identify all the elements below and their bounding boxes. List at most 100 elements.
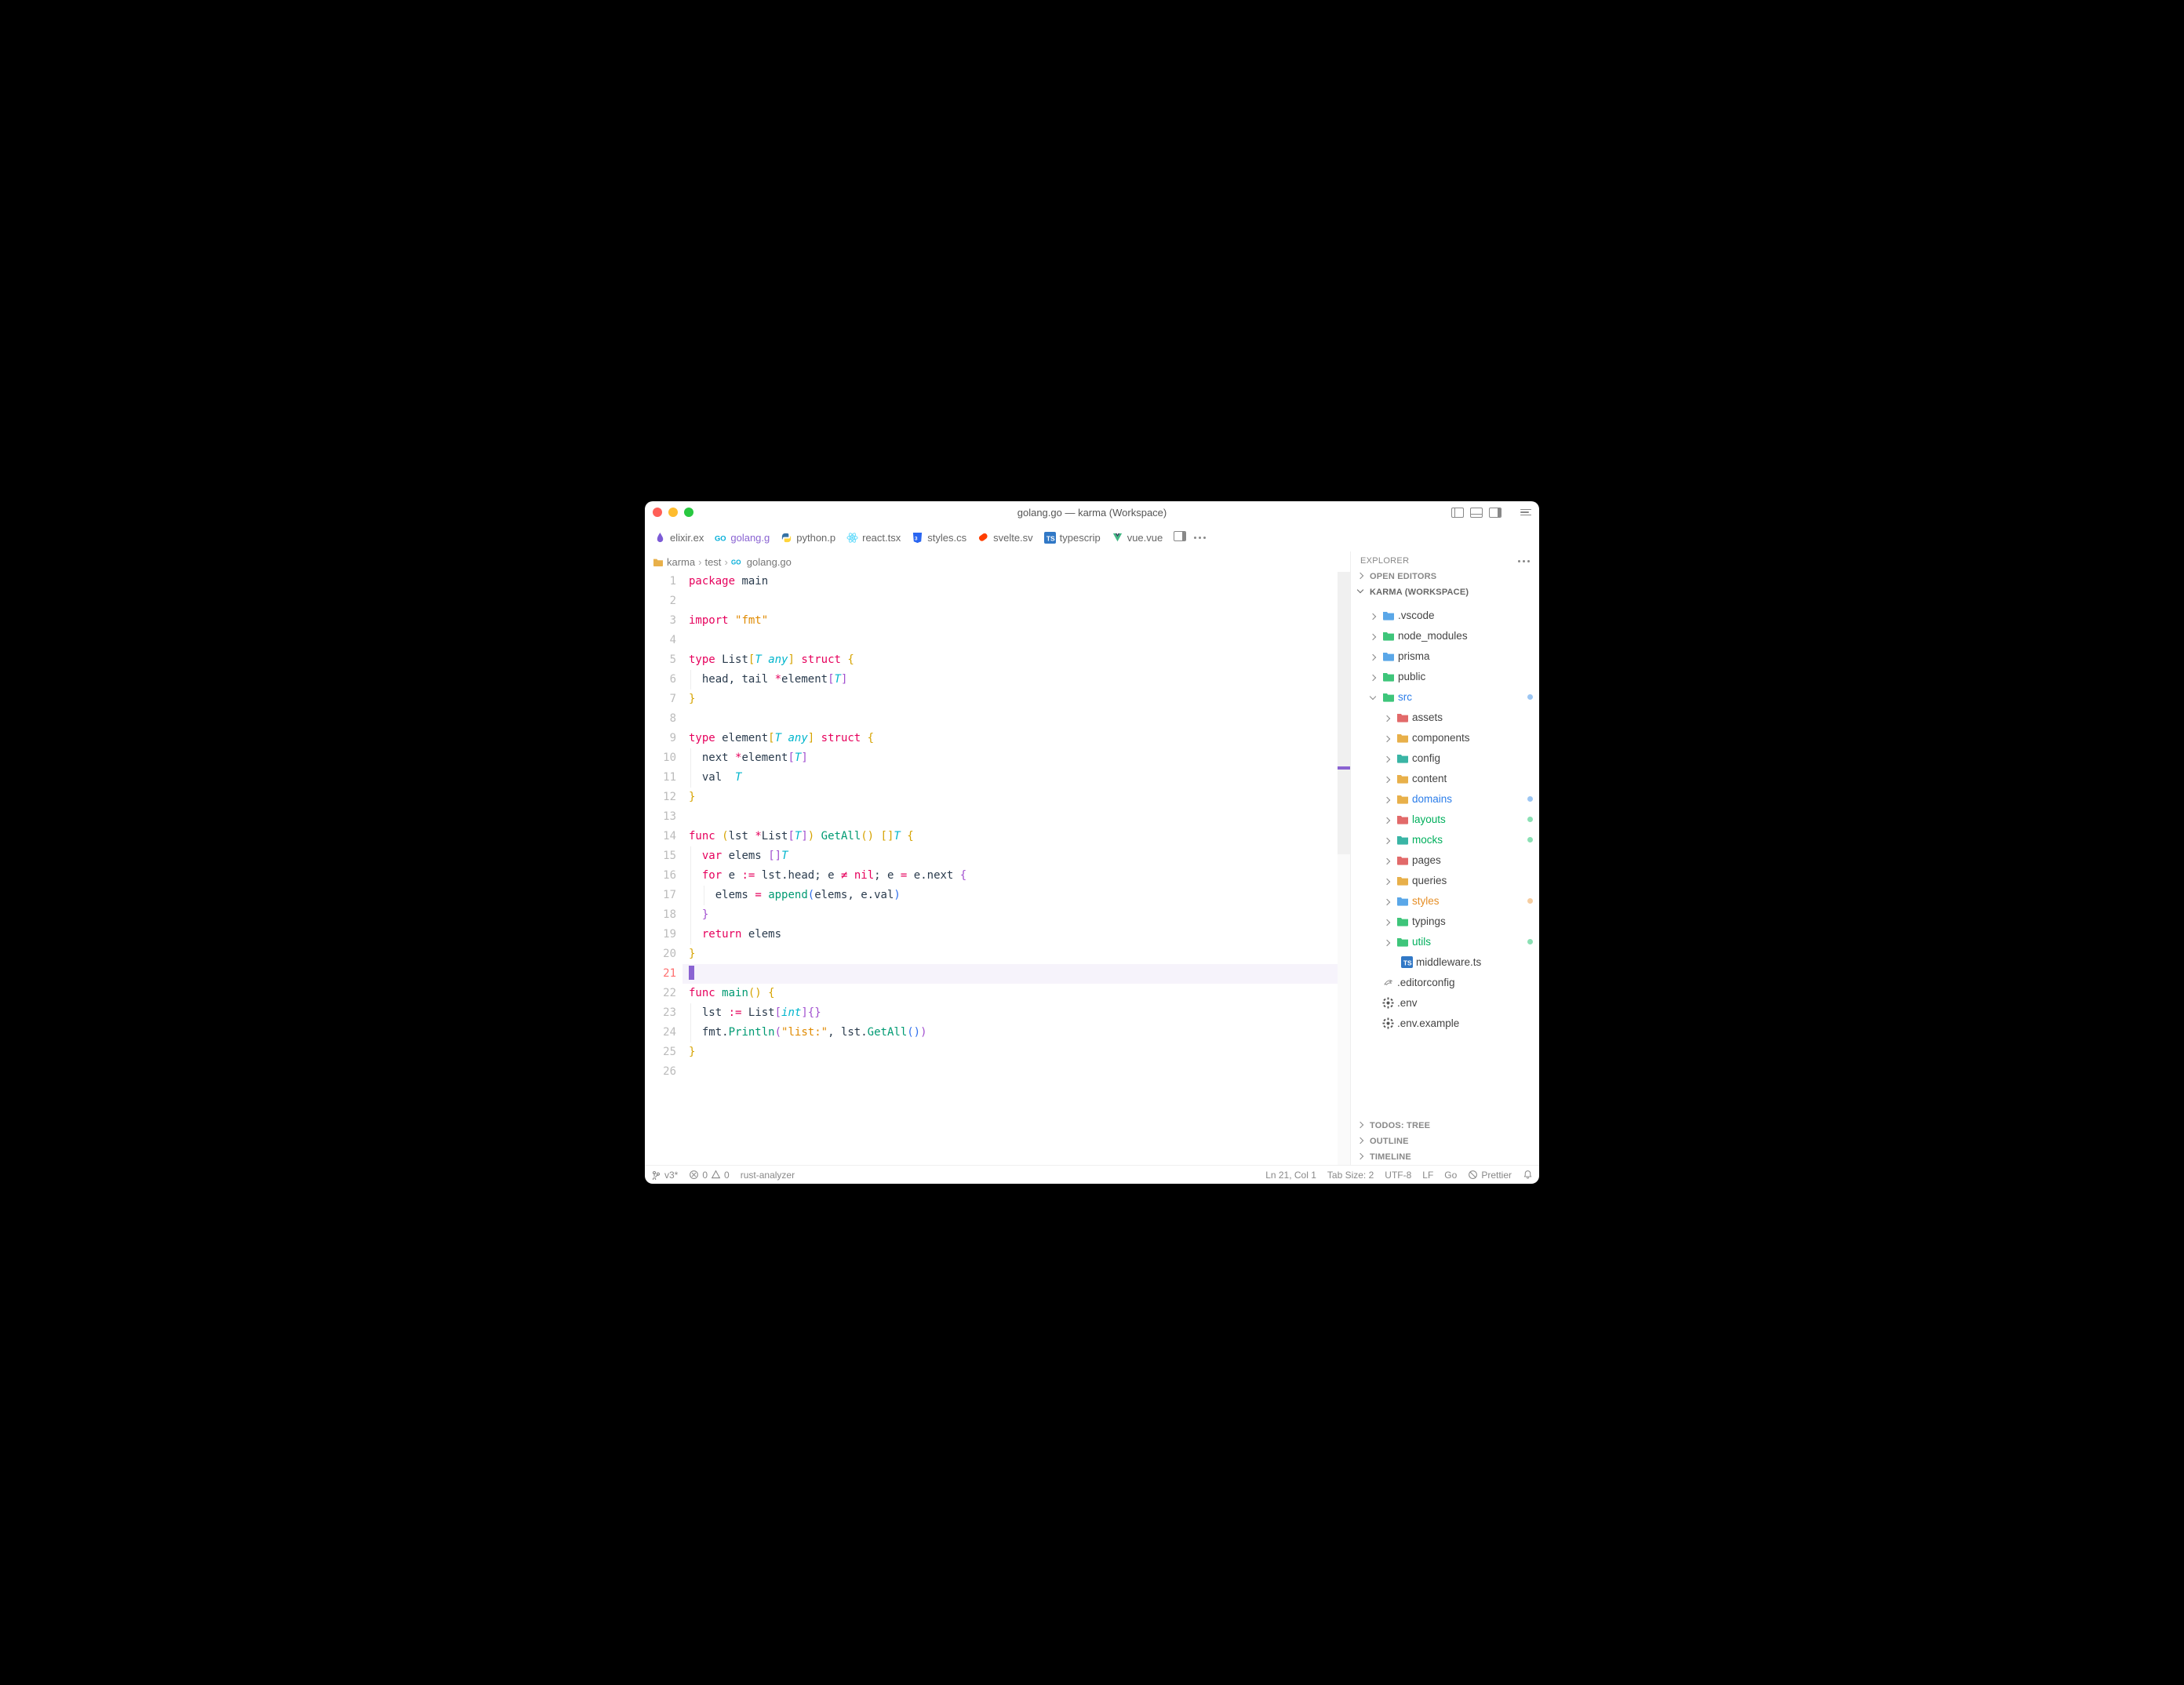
tree-item-label: .env [1397, 997, 1539, 1009]
todos-section[interactable]: TODOS: TREE [1351, 1118, 1539, 1134]
tree-folder[interactable]: domains [1351, 788, 1539, 809]
tree-file[interactable]: .env.example [1351, 1013, 1539, 1033]
notifications-button[interactable] [1523, 1170, 1533, 1180]
code-line[interactable] [682, 964, 1350, 984]
tree-folder[interactable]: public [1351, 666, 1539, 686]
formatter-status[interactable]: Prettier [1468, 1170, 1512, 1181]
tree-file[interactable]: .env [1351, 992, 1539, 1013]
overview-ruler[interactable] [1338, 572, 1350, 1165]
tab-size-status[interactable]: Tab Size: 2 [1327, 1170, 1374, 1181]
code-area[interactable]: package main import "fmt" type List[T any]… [682, 572, 1350, 1165]
tree-folder[interactable]: prisma [1351, 646, 1539, 666]
tree-item-label: .env.example [1397, 1017, 1539, 1029]
editor-tab[interactable]: svelte.sv [973, 529, 1038, 547]
eol-status[interactable]: LF [1422, 1170, 1433, 1181]
zoom-window-button[interactable] [684, 508, 693, 517]
language-status[interactable]: Go [1444, 1170, 1457, 1181]
code-line[interactable]: func main() { [682, 984, 1350, 1003]
tree-file[interactable]: .editorconfig [1351, 972, 1539, 992]
tree-folder[interactable]: .vscode [1351, 605, 1539, 625]
tab-label: svelte.sv [993, 532, 1033, 544]
tree-item-label: pages [1412, 854, 1539, 866]
tree-folder[interactable]: pages [1351, 850, 1539, 870]
tree-file[interactable]: TSmiddleware.ts [1351, 952, 1539, 972]
editor-tab[interactable]: python.p [776, 529, 840, 547]
code-line[interactable] [682, 631, 1350, 650]
git-branch-status[interactable]: v3* [651, 1170, 678, 1181]
tree-folder[interactable]: node_modules [1351, 625, 1539, 646]
editor-tab[interactable]: elixir.ex [650, 529, 708, 547]
tree-folder[interactable]: typings [1351, 911, 1539, 931]
code-line[interactable]: for e := lst.head; e ≠ nil; e = e.next { [682, 866, 1350, 886]
code-line[interactable]: } [682, 788, 1350, 807]
code-line[interactable]: type List[T any] struct { [682, 650, 1350, 670]
code-line[interactable]: } [682, 1043, 1350, 1062]
code-line[interactable]: package main [682, 572, 1350, 591]
workspace-section[interactable]: KARMA (WORKSPACE) [1351, 584, 1539, 600]
code-line[interactable] [682, 709, 1350, 729]
customize-layout-icon[interactable] [1520, 509, 1531, 516]
code-line[interactable]: fmt.Println("list:", lst.GetAll()) [682, 1023, 1350, 1043]
open-editors-section[interactable]: OPEN EDITORS [1351, 569, 1539, 584]
tree-item-label: src [1398, 691, 1524, 703]
editor-tab[interactable]: react.tsx [842, 529, 905, 547]
outline-section[interactable]: OUTLINE [1351, 1134, 1539, 1149]
tree-folder[interactable]: queries [1351, 870, 1539, 890]
timeline-section[interactable]: TIMELINE [1351, 1149, 1539, 1165]
code-line[interactable] [682, 591, 1350, 611]
editor-tab[interactable]: GOgolang.g [710, 529, 774, 547]
breadcrumb-part[interactable]: test [704, 556, 721, 568]
code-line[interactable]: import "fmt" [682, 611, 1350, 631]
tree-item-label: .editorconfig [1397, 977, 1539, 988]
code-line[interactable]: } [682, 905, 1350, 925]
tree-folder[interactable]: styles [1351, 890, 1539, 911]
code-line[interactable]: } [682, 690, 1350, 709]
code-line[interactable]: elems = append(elems, e.val) [682, 886, 1350, 905]
chevron-right-icon: › [724, 556, 727, 568]
breadcrumb-part[interactable]: golang.go [747, 556, 792, 568]
minimize-window-button[interactable] [668, 508, 678, 517]
toggle-secondary-sidebar-icon[interactable] [1489, 508, 1502, 518]
code-line[interactable] [682, 807, 1350, 827]
code-line[interactable]: return elems [682, 925, 1350, 944]
tree-folder[interactable]: utils [1351, 931, 1539, 952]
tree-folder[interactable]: config [1351, 748, 1539, 768]
tree-folder[interactable]: components [1351, 727, 1539, 748]
editor-content[interactable]: 1234567891011121314151617181920212223242… [645, 572, 1350, 1165]
encoding-status[interactable]: UTF-8 [1385, 1170, 1411, 1181]
lsp-status[interactable]: rust-analyzer [741, 1170, 795, 1181]
editor-tab[interactable]: vue.vue [1107, 529, 1168, 547]
editor-tab[interactable]: TStypescrip [1039, 529, 1105, 547]
chevron-right-icon [1382, 773, 1393, 784]
tree-folder[interactable]: content [1351, 768, 1539, 788]
code-line[interactable]: lst := List[int]{} [682, 1003, 1350, 1023]
window-title: golang.go — karma (Workspace) [645, 507, 1539, 519]
line-numbers: 1234567891011121314151617181920212223242… [645, 572, 682, 1165]
cursor-position-status[interactable]: Ln 21, Col 1 [1265, 1170, 1316, 1181]
tree-folder[interactable]: assets [1351, 707, 1539, 727]
tab-overflow-icon[interactable] [1188, 537, 1212, 539]
code-line[interactable] [682, 1062, 1350, 1082]
code-line[interactable]: } [682, 944, 1350, 964]
code-line[interactable]: next *element[T] [682, 748, 1350, 768]
code-line[interactable]: func (lst *List[T]) GetAll() []T { [682, 827, 1350, 846]
toggle-primary-sidebar-icon[interactable] [1451, 508, 1464, 518]
chevron-right-icon [1382, 793, 1393, 804]
titlebar: golang.go — karma (Workspace) [645, 501, 1539, 523]
editor-tab[interactable]: 3styles.cs [907, 529, 971, 547]
tree-folder[interactable]: layouts [1351, 809, 1539, 829]
breadcrumb-part[interactable]: karma [667, 556, 695, 568]
close-window-button[interactable] [653, 508, 662, 517]
tree-folder[interactable]: src [1351, 686, 1539, 707]
code-line[interactable]: var elems []T [682, 846, 1350, 866]
breadcrumbs[interactable]: karma › test › GO golang.go [645, 551, 1350, 572]
toggle-panel-icon[interactable] [1470, 508, 1483, 518]
code-line[interactable]: type element[T any] struct { [682, 729, 1350, 748]
git-branch-icon [651, 1170, 661, 1180]
code-line[interactable]: head, tail *element[T] [682, 670, 1350, 690]
more-actions-icon[interactable] [1518, 560, 1530, 562]
split-editor-icon[interactable] [1169, 531, 1186, 544]
tree-folder[interactable]: mocks [1351, 829, 1539, 850]
problems-status[interactable]: 0 0 [689, 1170, 729, 1181]
code-line[interactable]: val T [682, 768, 1350, 788]
